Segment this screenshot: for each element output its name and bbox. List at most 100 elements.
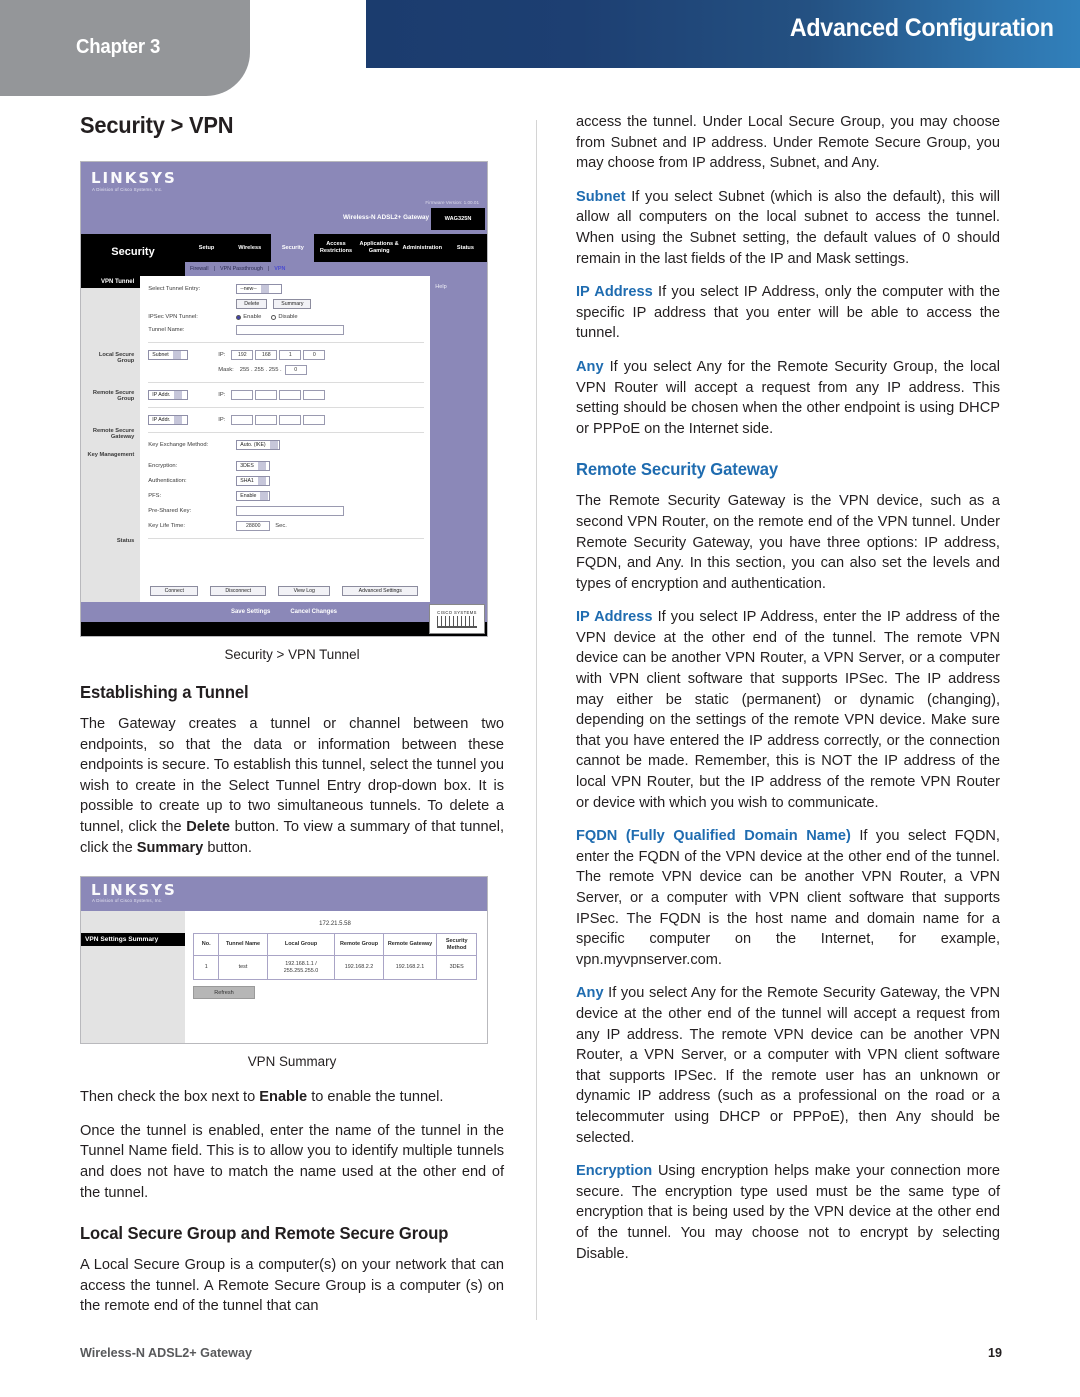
subtab-vpn-passthrough[interactable]: VPN Passthrough [220, 266, 263, 272]
router-model-badge: WAG325N [431, 208, 485, 230]
radio-enable[interactable] [236, 314, 242, 320]
figure2-caption: VPN Summary [247, 1054, 337, 1070]
summary-button[interactable]: Summary [273, 299, 312, 309]
view-log-button[interactable]: View Log [278, 586, 331, 596]
encryption-dropdown[interactable]: 3DES [236, 461, 271, 471]
key-lifetime-input[interactable]: 28800 [236, 521, 271, 531]
column-divider [536, 120, 537, 1320]
router-subtab-bar: Firewall | VPN Passthrough | VPN [185, 262, 487, 276]
disconnect-button[interactable]: Disconnect [210, 586, 267, 596]
chevron-down-icon [257, 477, 266, 485]
lead-encryption: Encryption [576, 1163, 653, 1180]
paragraph-establishing-tunnel: The Gateway creates a tunnel or channel … [80, 714, 504, 858]
para-enable-bold: Enable [259, 1089, 308, 1106]
divider-key-management [148, 432, 425, 433]
remote-gw-octet-1[interactable] [231, 415, 254, 425]
linksys-logo: LINKSYS [91, 881, 177, 900]
subtab-vpn[interactable]: VPN [274, 266, 285, 272]
local-ip-octet-3[interactable]: 1 [279, 350, 302, 360]
remote-ip-octet-4[interactable] [303, 390, 326, 400]
figure-vpn-summary-screenshot: LINKSYS A Division of Cisco Systems, Inc… [80, 876, 488, 1045]
heading-establishing-a-tunnel: Establishing a Tunnel [80, 682, 249, 702]
col-remote-gateway: Remote Gateway [382, 933, 438, 957]
table-header-row: No. Tunnel Name Local Group Remote Group… [192, 933, 477, 957]
local-ip-octet-4[interactable]: 0 [303, 350, 326, 360]
connect-button[interactable]: Connect [150, 586, 199, 596]
pfs-value: Enable [240, 493, 257, 499]
remote-gw-octet-4[interactable] [303, 415, 326, 425]
field-key-exchange-method: Key Exchange Method: Auto. (IKE) [148, 440, 424, 450]
col-remote-group: Remote Group [334, 933, 384, 957]
field-key-lifetime: Key Life Time: 28800 Sec. [148, 521, 424, 531]
right-column: access the tunnel. Under Local Secure Gr… [576, 112, 1000, 1277]
router-help-panel: Help [430, 276, 487, 602]
remote-gw-octet-3[interactable] [279, 415, 302, 425]
local-group-type-dropdown[interactable]: Subnet [148, 350, 189, 360]
router-body: VPN Tunnel Local Secure Group Remote Sec… [81, 276, 487, 602]
tab-administration[interactable]: Administration [401, 245, 444, 252]
radio-disable[interactable] [271, 314, 277, 320]
field-authentication: Authentication: SHA1 [148, 476, 424, 486]
tab-access-restrictions[interactable]: Access Restrictions [314, 241, 357, 255]
preshared-key-input[interactable] [236, 506, 345, 516]
authentication-value: SHA1 [240, 478, 254, 484]
divider-status [148, 538, 425, 539]
help-label: Help [435, 284, 447, 290]
select-tunnel-entry-dropdown[interactable]: --new-- [236, 284, 283, 294]
paragraph-ip-address: IP Address If you select IP Address, onl… [576, 282, 1000, 344]
lead-any-2: Any [576, 985, 604, 1002]
advanced-settings-button[interactable]: Advanced Settings [342, 586, 419, 596]
label-local-ip: IP: [218, 352, 226, 358]
cisco-bridge-icon [437, 616, 477, 628]
cancel-changes-button[interactable]: Cancel Changes [290, 609, 337, 615]
lead-subnet: Subnet [576, 188, 626, 205]
tab-security[interactable]: Security [271, 234, 315, 262]
label-pfs: PFS: [148, 493, 162, 499]
divider-local-group [148, 342, 425, 343]
pfs-dropdown[interactable]: Enable [236, 491, 271, 501]
remote-ip-octet-2[interactable] [255, 390, 278, 400]
key-exchange-dropdown[interactable]: Auto. (IKE) [236, 440, 281, 450]
paragraph-subnet: Subnet If you select Subnet (which is al… [576, 187, 1000, 269]
cisco-systems-badge: CISCO SYSTEMS [429, 604, 485, 634]
label-mask: Mask: [218, 367, 234, 373]
text-subnet: If you select Subnet (which is also the … [576, 188, 1000, 267]
remote-ip-octet-3[interactable] [279, 390, 302, 400]
remote-group-type-dropdown[interactable]: IP Addr. [148, 390, 189, 400]
key-exchange-value: Auto. (IKE) [240, 442, 266, 448]
header-banner: Advanced Configuration [366, 0, 1080, 68]
tunnel-name-input[interactable] [236, 325, 345, 335]
sidebar-item-remote-secure-group: Remote Secure Group [92, 390, 135, 402]
paragraph-continued: access the tunnel. Under Local Secure Gr… [576, 114, 1000, 172]
router-form-area: Select Tunnel Entry: --new-- Delete Summ… [140, 276, 431, 602]
col-security-method: Security Method [436, 933, 477, 957]
router-footer-black-bar [81, 622, 487, 636]
tab-applications-gaming[interactable]: Applications & Gaming [358, 241, 401, 255]
remote-gw-octet-2[interactable] [255, 415, 278, 425]
paragraph-enable-tunnel: Then check the box next to Enable to ena… [80, 1087, 504, 1108]
authentication-dropdown[interactable]: SHA1 [236, 476, 271, 486]
vpnsum-main: 172.21.5.58 No. Tunnel Name Local Group … [185, 911, 487, 1043]
mask-last-octet[interactable]: 0 [284, 365, 307, 375]
figure-router-vpn-screenshot: LINKSYS A Division of Cisco Systems, Inc… [80, 161, 488, 637]
figure1-caption: Security > VPN Tunnel [224, 647, 360, 662]
refresh-button[interactable]: Refresh [193, 986, 255, 1000]
chevron-down-icon [269, 441, 278, 449]
delete-button[interactable]: Delete [236, 299, 268, 309]
tab-status[interactable]: Status [444, 245, 487, 252]
remote-ip-octet-1[interactable] [231, 390, 254, 400]
tab-setup[interactable]: Setup [185, 245, 228, 252]
field-tunnel-name: Tunnel Name: [148, 325, 424, 335]
field-ipsec-vpn-tunnel: IPSec VPN Tunnel: Enable Disable [148, 314, 424, 320]
subtab-firewall[interactable]: Firewall [190, 266, 209, 272]
tab-wireless[interactable]: Wireless [228, 245, 271, 252]
local-ip-octet-1[interactable]: 192 [231, 350, 254, 360]
label-remote-ip: IP: [218, 392, 226, 398]
select-tunnel-entry-value: --new-- [240, 286, 257, 292]
local-ip-octet-2[interactable]: 168 [255, 350, 278, 360]
remote-gateway-type-dropdown[interactable]: IP Addr. [148, 415, 189, 425]
cisco-badge-label: CISCO SYSTEMS [437, 610, 477, 615]
save-settings-button[interactable]: Save Settings [231, 609, 270, 615]
firmware-version: Firmware Version: 1.00.01 [425, 200, 479, 205]
field-local-mask: Mask: 255 . 255 . 255 . 0 [148, 365, 424, 375]
